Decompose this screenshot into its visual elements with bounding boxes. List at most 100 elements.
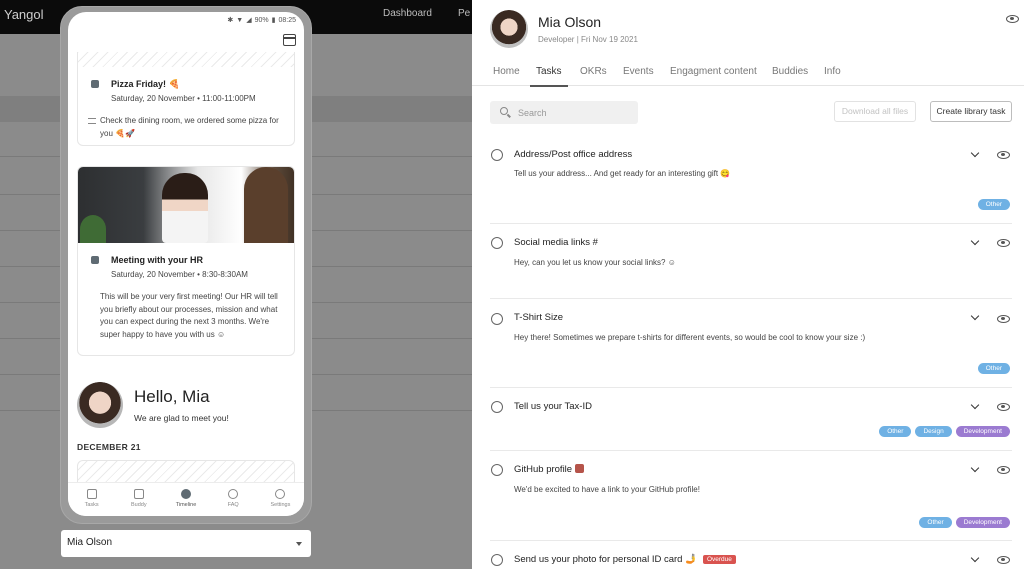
task-checkbox[interactable]: [491, 401, 503, 413]
tag-development: Development: [955, 426, 1010, 437]
tab-buddy[interactable]: Buddy: [115, 483, 162, 516]
tag-other: Other: [977, 363, 1010, 374]
tab-settings[interactable]: Settings: [257, 483, 304, 516]
task-checkbox[interactable]: [491, 313, 503, 325]
event-card[interactable]: [77, 460, 295, 482]
phone-screen: ✱ ▼ ◢ 90% ▮ 08:25 Pizza Friday! 🍕 Saturd…: [68, 12, 304, 516]
nav-people[interactable]: Pe: [458, 8, 470, 19]
tab-faq[interactable]: FAQ: [210, 483, 257, 516]
month-label: DECEMBER 21: [77, 442, 141, 452]
chevron-down-icon[interactable]: [970, 553, 980, 563]
search-input[interactable]: [518, 105, 628, 120]
panel-tabs: Home Tasks OKRs Events Engagment content…: [472, 60, 1024, 87]
tab-okrs[interactable]: OKRs: [580, 66, 607, 85]
task-checkbox[interactable]: [491, 464, 503, 476]
event-illustration: [78, 52, 294, 67]
eye-icon[interactable]: [997, 151, 1010, 159]
greeting-subtitle: We are glad to meet you!: [134, 413, 229, 423]
nav-dashboard[interactable]: Dashboard: [383, 8, 432, 19]
event-description: This will be your very first meeting! Ou…: [100, 292, 278, 339]
eye-icon[interactable]: [997, 239, 1010, 247]
task-checkbox[interactable]: [491, 149, 503, 161]
eye-icon[interactable]: [997, 466, 1010, 474]
chevron-down-icon[interactable]: [970, 400, 980, 410]
battery-level: 90%: [254, 16, 269, 24]
overdue-badge: Overdue: [702, 555, 736, 564]
event-description: Check the dining room, we ordered some p…: [100, 116, 279, 138]
wifi-icon: ▼: [236, 16, 244, 24]
tab-home[interactable]: Home: [493, 66, 520, 85]
avatar: [490, 10, 528, 48]
help-icon: [228, 489, 239, 499]
employee-name: Mia Olson: [538, 14, 602, 30]
task-description: Hey, can you let us know your social lin…: [514, 258, 676, 267]
search-icon: [500, 107, 508, 115]
event-photo: [78, 167, 294, 243]
eye-icon[interactable]: [997, 315, 1010, 323]
task-tags: Other Development: [919, 517, 1010, 528]
download-all-files-button[interactable]: Download all files: [834, 101, 916, 122]
chevron-down-icon[interactable]: [970, 463, 980, 473]
eye-icon[interactable]: [997, 556, 1010, 564]
task-item[interactable]: Address/Post office address Tell us your…: [490, 139, 1012, 224]
tab-tasks[interactable]: Tasks: [530, 66, 568, 87]
chevron-down-icon[interactable]: [970, 236, 980, 246]
event-title: Meeting with your HR: [111, 255, 203, 265]
employee-subtitle: Developer | Fri Nov 19 2021: [538, 35, 638, 44]
create-library-task-button[interactable]: Create library task: [930, 101, 1012, 122]
event-date: Saturday, 20 November • 8:30-8:30AM: [111, 270, 248, 279]
tab-engagement-content[interactable]: Engagment content: [670, 66, 757, 85]
eye-icon[interactable]: [997, 403, 1010, 411]
tab-timeline[interactable]: Timeline: [162, 483, 209, 516]
task-title: T-Shirt Size: [514, 312, 564, 323]
task-item[interactable]: Tell us your Tax-ID Other Design Develop…: [490, 388, 1012, 451]
calendar-icon[interactable]: [283, 34, 296, 46]
status-bar: ✱ ▼ ◢ 90% ▮ 08:25: [68, 12, 304, 30]
task-item[interactable]: Social media links # Hey, can you let us…: [490, 224, 1012, 299]
event-title: Pizza Friday! 🍕: [111, 79, 180, 89]
task-description: Tell us your address... And get ready fo…: [514, 169, 731, 178]
tab-events[interactable]: Events: [623, 66, 654, 85]
eye-icon[interactable]: [1006, 15, 1019, 23]
event-type-icon: [91, 256, 99, 264]
chevron-down-icon: [296, 542, 302, 546]
signal-icon: ◢: [246, 17, 252, 24]
event-date: Saturday, 20 November • 11:00-11:00PM: [111, 94, 256, 103]
task-title: Address/Post office address: [514, 149, 633, 160]
tag-development: Development: [955, 517, 1010, 528]
tab-tasks[interactable]: Tasks: [68, 483, 115, 516]
task-item[interactable]: T-Shirt Size Hey there! Sometimes we pre…: [490, 299, 1012, 388]
app-brand: Yangol: [4, 7, 44, 22]
avatar: [77, 382, 123, 428]
tab-buddies[interactable]: Buddies: [772, 66, 808, 85]
greeting-title: Hello, Mia: [134, 387, 210, 406]
tab-info[interactable]: Info: [824, 66, 841, 85]
description-icon: [88, 118, 96, 124]
tag-other: Other: [879, 426, 912, 437]
task-checkbox[interactable]: [491, 554, 503, 566]
task-item[interactable]: GitHub profile We'd be excited to have a…: [490, 451, 1012, 541]
chevron-down-icon[interactable]: [970, 148, 980, 158]
event-type-icon: [91, 80, 99, 88]
task-description: We'd be excited to have a link to your G…: [514, 485, 700, 494]
user-select[interactable]: Mia Olson: [61, 530, 311, 557]
event-card[interactable]: Meeting with your HR Saturday, 20 Novemb…: [77, 166, 295, 356]
bluetooth-icon: ✱: [227, 17, 234, 24]
event-card[interactable]: Pizza Friday! 🍕 Saturday, 20 November • …: [77, 52, 295, 146]
task-checkbox[interactable]: [491, 237, 503, 249]
star-icon: [133, 489, 144, 499]
tag-other: Other: [919, 517, 952, 528]
clock-icon: [181, 489, 191, 499]
task-tags: Other: [977, 199, 1010, 210]
task-title: Send us your photo for personal ID card …: [514, 554, 736, 565]
battery-icon: ▮: [271, 17, 276, 24]
task-title: Social media links #: [514, 237, 598, 248]
task-tags: Other Design Development: [879, 426, 1010, 437]
timeline-feed[interactable]: Pizza Friday! 🍕 Saturday, 20 November • …: [68, 52, 304, 482]
task-description: Hey there! Sometimes we prepare t-shirts…: [514, 333, 866, 342]
gear-icon: [275, 489, 286, 499]
tasks-icon: [86, 489, 97, 499]
task-item[interactable]: Send us your photo for personal ID card …: [490, 541, 1012, 569]
task-tags: Other: [977, 363, 1010, 374]
chevron-down-icon[interactable]: [970, 311, 980, 321]
